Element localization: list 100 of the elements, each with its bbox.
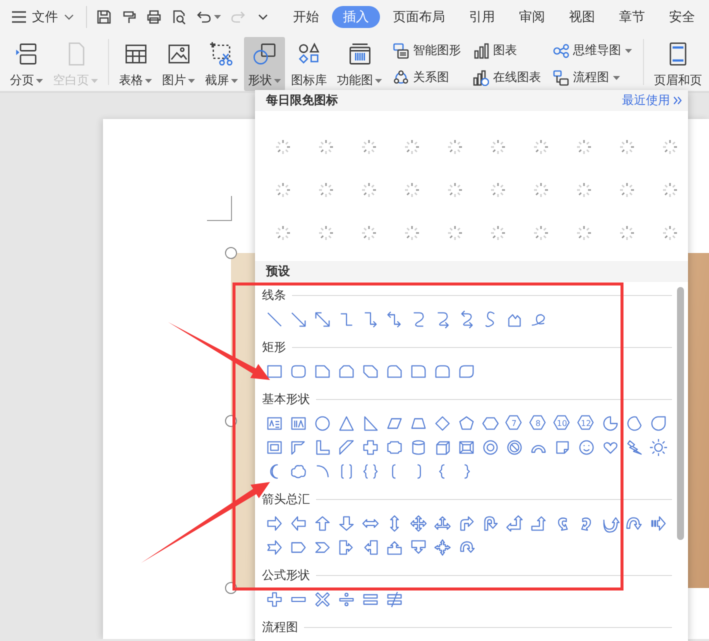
loading-spinner-icon [402, 180, 420, 198]
ribbon-button[interactable]: 图片 [158, 37, 199, 91]
diamond-icon[interactable] [432, 414, 452, 432]
double-arrow-line-icon[interactable] [312, 310, 332, 328]
ribbon-button[interactable]: 思维导图 [551, 40, 634, 61]
three-way-arrow-icon[interactable] [432, 514, 452, 532]
ribbon-button[interactable]: 图标库 [287, 37, 331, 91]
loading-spinner-icon [574, 224, 592, 242]
line-icon[interactable] [264, 310, 284, 328]
loading-spinner-icon [316, 180, 334, 198]
plus-icon[interactable] [264, 590, 284, 608]
donut-icon[interactable] [480, 438, 500, 456]
loading-spinner-icon [660, 138, 678, 156]
quad-arrow-icon[interactable] [408, 514, 428, 532]
numbered-shape-button[interactable]: 10 [550, 411, 574, 435]
right-arrow-icon[interactable] [264, 514, 284, 532]
loading-spinner-icon [618, 138, 636, 156]
double-brace-icon[interactable] [360, 462, 380, 480]
bent-up-arrow-icon[interactable] [528, 514, 548, 532]
chord-icon[interactable] [624, 414, 644, 432]
triangle-icon[interactable] [336, 414, 356, 432]
ribbon-button[interactable]: 流程图 [551, 67, 634, 88]
section-title: 公式形状 [262, 566, 310, 584]
elbow-double-arrow-icon[interactable] [384, 310, 404, 328]
arrow-line-icon[interactable] [288, 310, 308, 328]
smiley-icon[interactable] [576, 438, 596, 456]
loading-spinner-icon [488, 138, 506, 156]
loading-spinner-icon [402, 224, 420, 242]
section-title: 预设 [266, 263, 290, 280]
save-icon[interactable] [96, 9, 112, 25]
ribbon-button[interactable]: 截屏 [201, 37, 242, 91]
tab[interactable]: 审阅 [508, 6, 556, 28]
left-arrow-icon[interactable] [288, 514, 308, 532]
section-title: 矩形 [262, 338, 286, 356]
multiply-icon[interactable] [312, 590, 332, 608]
quad-arrow-callout-icon[interactable] [432, 538, 452, 556]
circle-icon[interactable] [312, 414, 332, 432]
ribbon-button[interactable]: 关系图 [391, 67, 463, 88]
pie-icon[interactable] [600, 414, 620, 432]
print-icon[interactable] [146, 9, 162, 25]
paint-brush-icon[interactable] [121, 9, 137, 25]
bar-chart-icon [473, 42, 489, 58]
left-up-arrow-icon[interactable] [504, 514, 524, 532]
loading-spinner-icon [574, 138, 592, 156]
tab[interactable]: 视图 [558, 6, 606, 28]
loading-spinner-icon [274, 138, 292, 156]
ribbon-button[interactable]: 表格 [115, 37, 156, 91]
relation-icon [393, 70, 409, 86]
section-title: 流程图 [262, 618, 298, 636]
ribbon-button[interactable]: 功能图 [333, 37, 386, 91]
numbered-shape-button[interactable]: 7 [502, 411, 526, 435]
lightning-icon[interactable] [624, 438, 644, 456]
loading-spinner-icon [316, 224, 334, 242]
numbered-shape-button[interactable]: 12 [574, 411, 598, 435]
ribbon-button[interactable]: 分页 [6, 37, 47, 91]
teardrop-icon[interactable] [648, 414, 668, 432]
no-symbol-icon[interactable] [504, 438, 524, 456]
sun-icon[interactable] [648, 438, 668, 456]
loading-spinner-icon [532, 138, 550, 156]
screenshot-icon [208, 41, 234, 67]
loading-spinner-icon [532, 180, 550, 198]
resize-handle[interactable] [225, 247, 237, 259]
numbered-shape-button[interactable]: 8 [526, 411, 550, 435]
smart-graphic-icon [393, 42, 409, 58]
ribbon-button[interactable]: 图表 [471, 40, 543, 61]
ribbon-button[interactable]: 在线图表 [471, 67, 543, 88]
loading-spinner-icon [360, 138, 378, 156]
file-menu-button[interactable]: 文件 [12, 8, 78, 26]
recent-link[interactable]: 最近使用 [622, 92, 682, 109]
online-chart-icon [473, 70, 489, 86]
arrow-callout-icon[interactable] [408, 538, 428, 556]
notched-arrow-icon[interactable] [264, 538, 284, 556]
flowchart-icon [553, 70, 569, 86]
scrollbar-thumb[interactable] [677, 287, 684, 540]
diagonal-stripe-icon[interactable] [336, 438, 356, 456]
tab[interactable]: 引用 [458, 6, 506, 28]
loading-spinner-icon [446, 138, 464, 156]
loading-spinner-icon [360, 224, 378, 242]
pentagon-icon[interactable] [456, 414, 476, 432]
arrow-callout-icon[interactable] [336, 538, 356, 556]
tab[interactable]: 页面布局 [382, 6, 456, 28]
up-arrow-icon[interactable] [312, 514, 332, 532]
print-preview-icon[interactable] [171, 9, 187, 25]
ribbon-button[interactable]: 形状 [244, 37, 285, 91]
tab[interactable]: 安全 [658, 6, 706, 28]
striped-arrow-icon[interactable] [648, 514, 668, 532]
section-title: 基本形状 [262, 390, 310, 408]
tab[interactable]: 开始 [282, 6, 330, 28]
loading-spinner-icon [316, 138, 334, 156]
down-arrow-icon[interactable] [336, 514, 356, 532]
cross-icon[interactable] [360, 438, 380, 456]
ribbon-button[interactable]: 页眉和页 [650, 37, 706, 91]
loading-spinner-icon [660, 180, 678, 198]
tab[interactable]: 章节 [608, 6, 656, 28]
loading-spinner-icon [532, 224, 550, 242]
loading-spinner-icon [488, 224, 506, 242]
ribbon-button[interactable]: 智能图形 [391, 40, 463, 61]
panel-title: 每日限免图标 [266, 92, 338, 109]
not-equal-icon[interactable] [384, 590, 404, 608]
undo-icon[interactable] [196, 9, 212, 25]
